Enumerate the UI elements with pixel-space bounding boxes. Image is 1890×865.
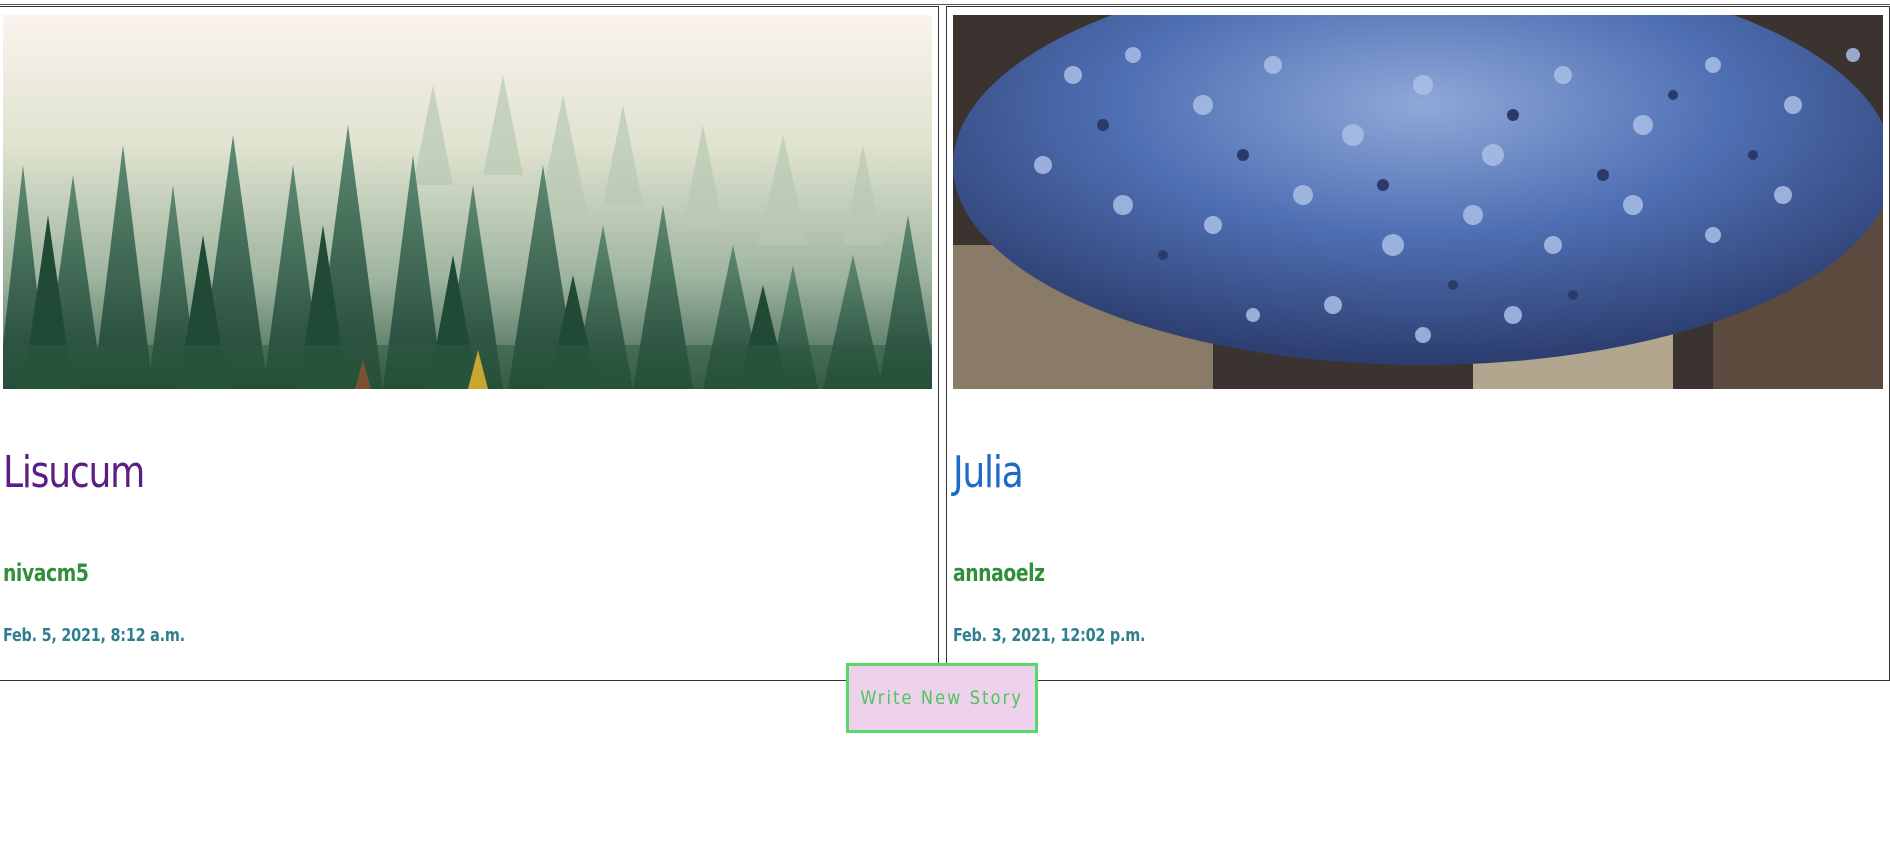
- story-image-lavender[interactable]: [953, 15, 1883, 389]
- write-new-story-label: Write New Story: [860, 687, 1024, 709]
- story-image-forest[interactable]: [3, 15, 932, 389]
- story-card[interactable]: Lisucum nivacm5 Feb. 5, 2021, 8:12 a.m.: [0, 6, 939, 680]
- story-title[interactable]: Lisucum: [3, 447, 145, 498]
- story-list: Lisucum nivacm5 Feb. 5, 2021, 8:12 a.m.: [0, 6, 1890, 681]
- story-date: Feb. 3, 2021, 12:02 p.m.: [953, 625, 1146, 646]
- story-date: Feb. 5, 2021, 8:12 a.m.: [3, 625, 185, 646]
- write-new-story-button[interactable]: Write New Story: [846, 663, 1038, 733]
- story-card[interactable]: Julia annaoelz Feb. 3, 2021, 12:02 p.m.: [946, 6, 1890, 680]
- top-rule: [0, 0, 1890, 5]
- story-author: annaoelz: [953, 559, 1045, 587]
- story-title[interactable]: Julia: [953, 447, 1024, 498]
- foggy-forest-image: [3, 15, 932, 389]
- lavender-flowers-image: [953, 15, 1883, 389]
- story-author: nivacm5: [3, 559, 89, 587]
